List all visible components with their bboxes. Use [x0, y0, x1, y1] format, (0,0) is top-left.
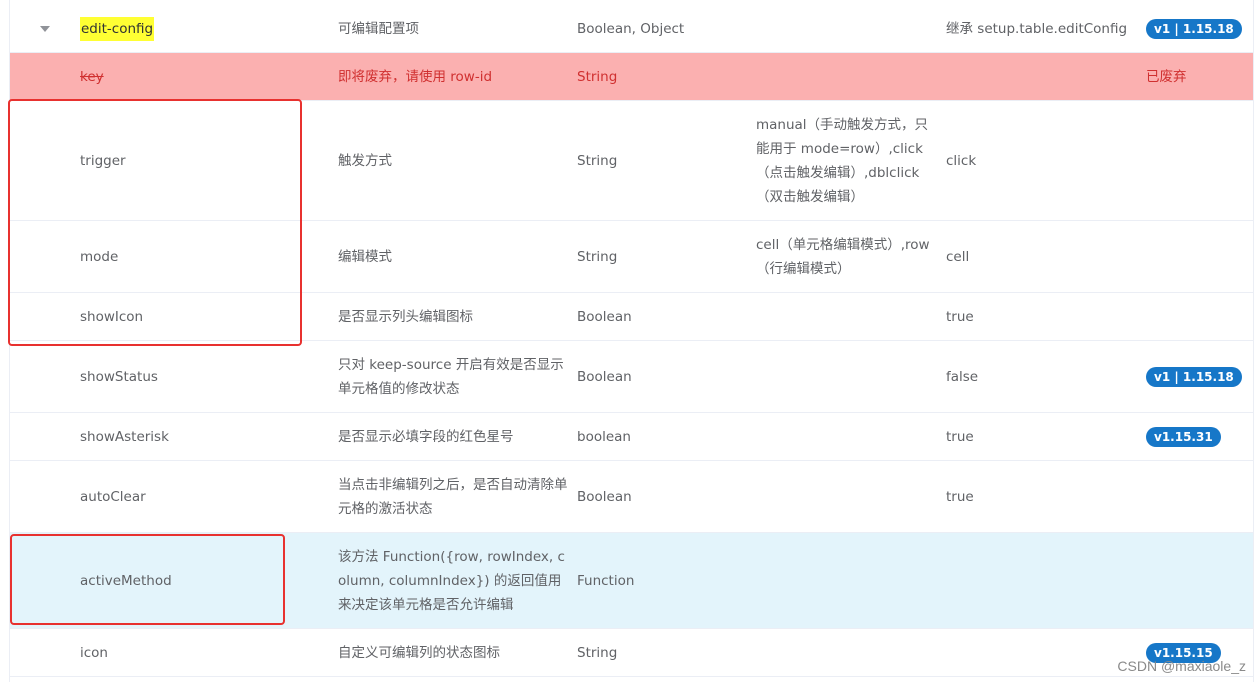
- prop-version: [1146, 533, 1253, 628]
- prop-name: showStatus: [80, 368, 158, 385]
- prop-default: cell: [946, 248, 970, 265]
- prop-version: [1146, 293, 1253, 340]
- prop-name: showAsterisk: [80, 428, 169, 445]
- prop-desc: 可编辑配置项: [338, 20, 419, 37]
- table-row-icon: icon 自定义可编辑列的状态图标 String v1.15.15: [10, 629, 1253, 677]
- prop-values: [756, 533, 936, 628]
- prop-default: [946, 533, 1136, 628]
- version-badge: v1.15.31: [1146, 426, 1221, 447]
- prop-type: Boolean: [577, 368, 632, 385]
- prop-type: String: [577, 152, 618, 169]
- prop-default: click: [946, 152, 977, 169]
- prop-type: Boolean, Object: [577, 20, 685, 37]
- version-badge: v1 | 1.15.18: [1146, 18, 1242, 39]
- prop-type: String: [577, 644, 618, 661]
- prop-default: true: [946, 428, 974, 445]
- prop-default: false: [946, 368, 979, 385]
- prop-type: Function: [577, 572, 635, 589]
- prop-type: Boolean: [577, 488, 632, 505]
- prop-values: [756, 341, 936, 412]
- prop-default: [946, 53, 1136, 100]
- prop-version: [1146, 221, 1253, 292]
- prop-values: [756, 5, 936, 52]
- table-row-showasterisk: showAsterisk 是否显示必填字段的红色星号 boolean true …: [10, 413, 1253, 461]
- prop-default: 继承 setup.table.editConfig: [946, 20, 1128, 37]
- prop-type: String: [577, 68, 618, 85]
- prop-version: [1146, 101, 1253, 220]
- prop-values: [756, 629, 936, 676]
- prop-name: icon: [80, 644, 108, 661]
- caret-down-icon[interactable]: [40, 26, 50, 32]
- prop-desc: 即将废弃，请使用 row-id: [338, 68, 493, 85]
- table-row-showicon: showIcon 是否显示列头编辑图标 Boolean true: [10, 293, 1253, 341]
- prop-name: activeMethod: [80, 572, 172, 589]
- prop-values: [756, 53, 936, 100]
- prop-name: autoClear: [80, 488, 146, 505]
- table-row-mode: mode 编辑模式 String cell（单元格编辑模式）,row（行编辑模式…: [10, 221, 1253, 293]
- prop-desc: 是否显示列头编辑图标: [338, 308, 473, 325]
- watermark: CSDN @maxiaole_z: [1117, 658, 1246, 674]
- prop-desc: 自定义可编辑列的状态图标: [338, 644, 500, 661]
- table-row-trigger: trigger 触发方式 String manual（手动触发方式，只能用于 m…: [10, 101, 1253, 221]
- prop-values: manual（手动触发方式，只能用于 mode=row）,click（点击触发编…: [756, 116, 929, 205]
- prop-values: [756, 413, 936, 460]
- deprecated-label: 已废弃: [1146, 68, 1187, 85]
- prop-desc: 编辑模式: [338, 248, 392, 265]
- prop-type: String: [577, 248, 618, 265]
- prop-name: showIcon: [80, 308, 144, 325]
- prop-values: [756, 293, 936, 340]
- prop-desc: 是否显示必填字段的红色星号: [338, 428, 514, 445]
- table-row-edit-config: edit-config 可编辑配置项 Boolean, Object 继承 se…: [10, 5, 1253, 53]
- prop-type: Boolean: [577, 308, 632, 325]
- prop-default: true: [946, 488, 974, 505]
- prop-name: trigger: [80, 152, 126, 169]
- table-row-activemethod: activeMethod 该方法 Function({row, rowIndex…: [10, 533, 1253, 629]
- table-row-autoclear: autoClear 当点击非编辑列之后，是否自动清除单元格的激活状态 Boole…: [10, 461, 1253, 533]
- table-row-showstatus: showStatus 只对 keep-source 开启有效是否显示单元格值的修…: [10, 341, 1253, 413]
- prop-default: true: [946, 308, 974, 325]
- prop-values: cell（单元格编辑模式）,row（行编辑模式）: [756, 236, 930, 277]
- prop-name: mode: [80, 248, 119, 265]
- prop-desc: 只对 keep-source 开启有效是否显示单元格值的修改状态: [338, 356, 564, 397]
- prop-name-key: key: [80, 68, 104, 85]
- prop-desc: 触发方式: [338, 152, 392, 169]
- prop-default: [946, 629, 1136, 676]
- prop-desc: 该方法 Function({row, rowIndex, column, col…: [338, 548, 565, 613]
- table-row-key-deprecated: key 即将废弃，请使用 row-id String 已废弃: [10, 53, 1253, 101]
- prop-name-edit-config: edit-config: [80, 16, 155, 41]
- version-badge: v1 | 1.15.18: [1146, 366, 1242, 387]
- prop-type: boolean: [577, 428, 631, 445]
- prop-values: [756, 461, 936, 532]
- api-props-table: edit-config 可编辑配置项 Boolean, Object 继承 se…: [9, 0, 1254, 682]
- prop-version: [1146, 461, 1253, 532]
- prop-desc: 当点击非编辑列之后，是否自动清除单元格的激活状态: [338, 476, 568, 517]
